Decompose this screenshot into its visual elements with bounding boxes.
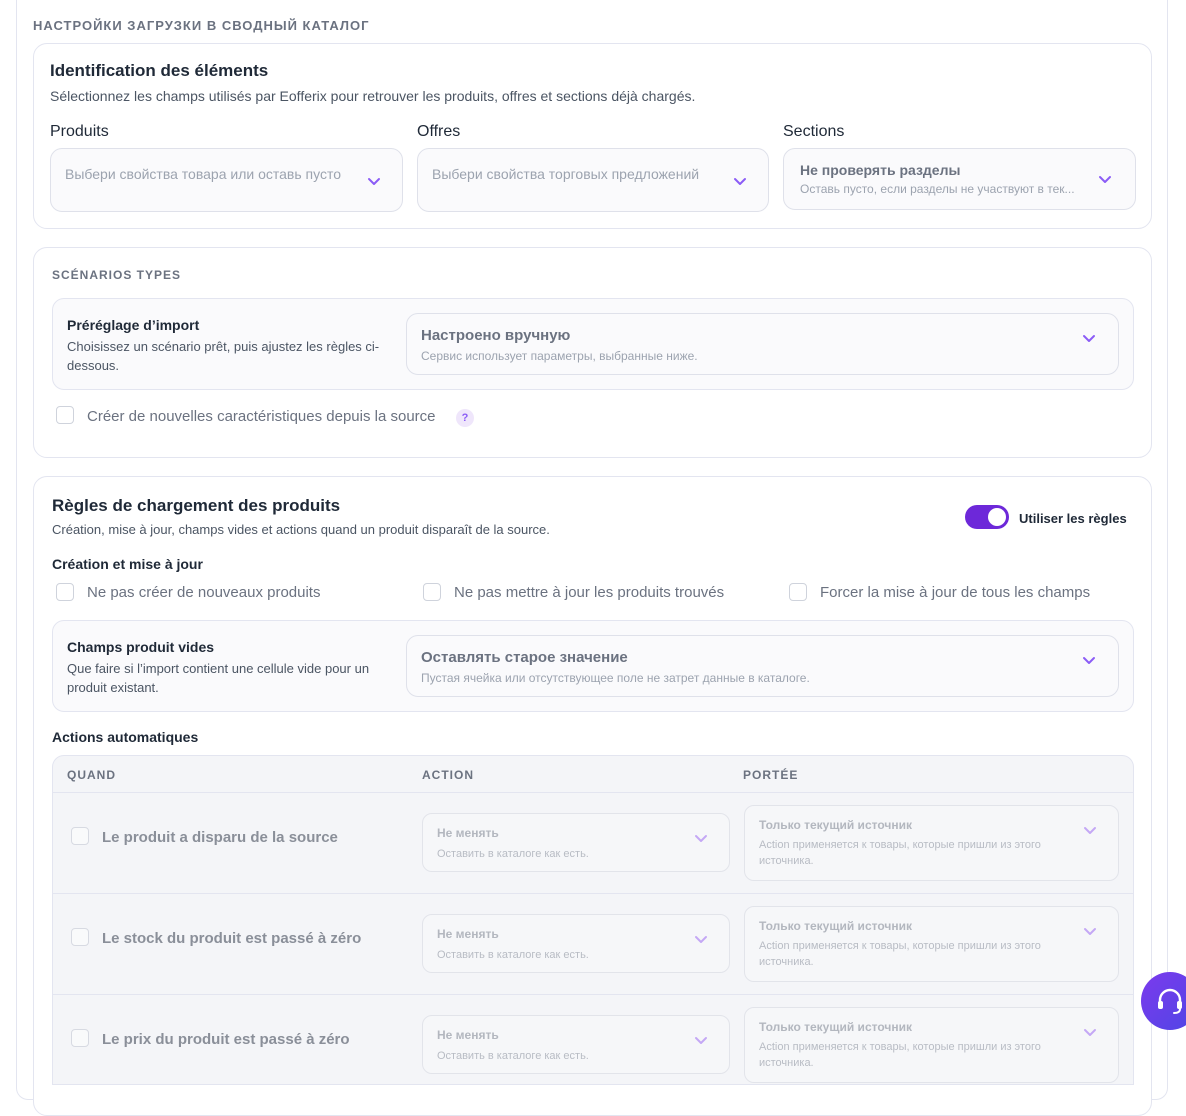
chevron-down-icon [1082, 923, 1098, 939]
row-action-hint: Оставить в каталоге как есть. [437, 1050, 589, 1062]
no-update-label: Ne pas mettre à jour les produits trouvé… [454, 584, 725, 601]
empty-fields-box: Champs produit vides Que faire si l’impo… [52, 620, 1134, 712]
row-checkbox[interactable] [71, 827, 89, 845]
table-row: Le prix du produit est passé à zéro Не м… [53, 994, 1133, 1084]
identification-subtitle: Sélectionnez les champs utilisés par Eof… [50, 88, 696, 104]
help-icon[interactable]: ? [456, 409, 474, 427]
scenarios-caption: SCÉNARIOS TYPES [52, 268, 182, 282]
use-rules-toggle[interactable] [965, 505, 1009, 529]
row-action-hint: Оставить в каталоге как есть. [437, 848, 589, 860]
row-action-value: Не менять [437, 927, 499, 941]
chevron-down-icon [366, 173, 382, 189]
no-create-checkbox[interactable] [56, 583, 74, 601]
rules-title: Règles de chargement des produits [52, 496, 341, 515]
sections-label: Sections [783, 123, 845, 140]
chevron-down-icon [1081, 330, 1097, 346]
offers-placeholder: Выбери свойства торговых предложений [432, 166, 700, 182]
chevron-down-icon [693, 931, 709, 947]
identification-card: Identification des éléments Sélectionnez… [33, 43, 1152, 229]
row-checkbox[interactable] [71, 928, 89, 946]
empty-fields-value: Оставлять старое значение [421, 649, 628, 666]
rules-subtitle: Création, mise à jour, champs vides et a… [52, 522, 550, 537]
page-title: НАСТРОЙКИ ЗАГРУЗКИ В СВОДНЫЙ КАТАЛОГ [33, 18, 370, 33]
preset-description: Choisissez un scénario prêt, puis ajuste… [67, 339, 380, 373]
chevron-down-icon [693, 1032, 709, 1048]
chevron-down-icon [693, 830, 709, 846]
support-button[interactable] [1141, 972, 1186, 1030]
preset-select[interactable]: Настроено вручную Сервис использует пара… [406, 313, 1119, 375]
sections-select[interactable]: Не проверять разделы Оставь пусто, если … [783, 148, 1136, 210]
row-action-value: Не менять [437, 826, 499, 840]
chevron-down-icon [1097, 171, 1113, 187]
empty-fields-title: Champs produit vides [67, 639, 215, 655]
products-label: Produits [50, 123, 109, 140]
row-when: Le stock du produit est passé à zéro [102, 930, 362, 947]
empty-fields-hint: Пустая ячейка или отсутствующее поле не … [421, 671, 810, 685]
offers-label: Offres [417, 123, 461, 140]
auto-actions-table: QUAND ACTION PORTÉE Le produit a disparu… [52, 755, 1134, 1085]
chevron-down-icon [1082, 1024, 1098, 1040]
preset-hint: Сервис использует параметры, выбранные н… [421, 349, 698, 363]
row-scope-value: Только текущий источник [759, 1020, 912, 1034]
empty-fields-select[interactable]: Оставлять старое значение Пустая ячейка … [406, 635, 1119, 697]
row-action-select[interactable]: Не менять Оставить в каталоге как есть. [422, 1015, 730, 1074]
no-create-label: Ne pas créer de nouveaux produits [87, 584, 321, 601]
use-rules-label: Utiliser les règles [1019, 511, 1127, 526]
column-header-when: QUAND [67, 768, 116, 782]
products-select[interactable]: Выбери свойства товара или оставь пусто [50, 148, 403, 212]
row-scope-value: Только текущий источник [759, 919, 912, 933]
table-row: Le produit a disparu de la source Не мен… [53, 792, 1133, 894]
chevron-down-icon [1081, 652, 1097, 668]
row-scope-select[interactable]: Только текущий источник Action применяет… [744, 1007, 1119, 1083]
row-scope-select[interactable]: Только текущий источник Action применяет… [744, 906, 1119, 982]
row-when: Le prix du produit est passé à zéro [102, 1031, 350, 1048]
sections-value: Не проверять разделы [800, 162, 961, 178]
toggle-knob [988, 508, 1006, 526]
chevron-down-icon [732, 173, 748, 189]
force-update-label: Forcer la mise à jour de tous les champs [820, 584, 1091, 601]
row-action-select[interactable]: Не менять Оставить в каталоге как есть. [422, 813, 730, 872]
preset-title: Préréglage d’import [67, 317, 200, 333]
column-header-scope: PORTÉE [743, 768, 799, 782]
preset-box: Préréglage d’import Choisissez un scénar… [52, 298, 1134, 390]
preset-value: Настроено вручную [421, 327, 571, 344]
creation-heading: Création et mise à jour [52, 556, 203, 572]
offers-select[interactable]: Выбери свойства торговых предложений [417, 148, 769, 212]
scenarios-card: SCÉNARIOS TYPES Préréglage d’import Choi… [33, 247, 1152, 458]
row-action-select[interactable]: Не менять Оставить в каталоге как есть. [422, 914, 730, 973]
headset-icon [1158, 988, 1182, 1014]
row-checkbox[interactable] [71, 1029, 89, 1047]
identification-title: Identification des éléments [50, 61, 269, 80]
row-scope-select[interactable]: Только текущий источник Action применяет… [744, 805, 1119, 881]
empty-fields-description: Que faire si l’import contient une cellu… [67, 661, 370, 695]
row-action-value: Не менять [437, 1028, 499, 1042]
chevron-down-icon [1082, 822, 1098, 838]
rules-card: Règles de chargement des produits Créati… [33, 476, 1152, 1116]
column-header-action: ACTION [422, 768, 474, 782]
sections-hint: Оставь пусто, если разделы не участвуют … [800, 182, 1075, 196]
auto-actions-heading: Actions automatiques [52, 729, 199, 745]
force-update-checkbox[interactable] [789, 583, 807, 601]
row-action-hint: Оставить в каталоге как есть. [437, 949, 589, 961]
create-characteristics-label: Créer de nouvelles caractéristiques depu… [87, 408, 436, 425]
row-scope-hint: Action применяется к товары, которые при… [759, 1041, 1041, 1069]
row-scope-hint: Action применяется к товары, которые при… [759, 839, 1041, 867]
row-scope-hint: Action применяется к товары, которые при… [759, 940, 1041, 968]
create-characteristics-checkbox[interactable] [56, 406, 74, 424]
products-placeholder: Выбери свойства товара или оставь пусто [65, 166, 341, 182]
no-update-checkbox[interactable] [423, 583, 441, 601]
row-when: Le produit a disparu de la source [102, 829, 338, 846]
table-row: Le stock du produit est passé à zéro Не … [53, 893, 1133, 995]
row-scope-value: Только текущий источник [759, 818, 912, 832]
